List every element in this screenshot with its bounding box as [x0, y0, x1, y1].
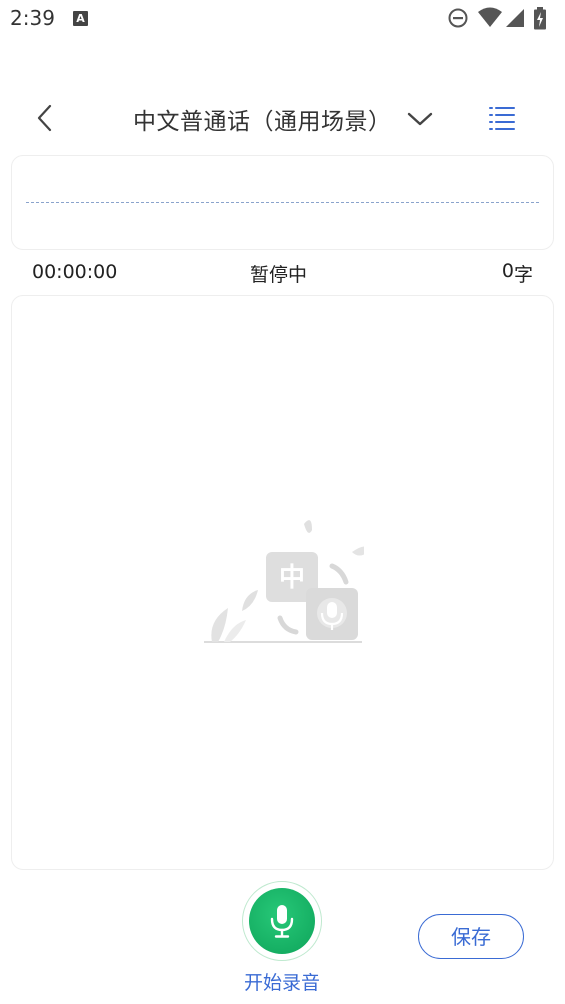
transcript-panel[interactable]: 中 — [11, 295, 554, 870]
wifi-icon — [478, 7, 502, 27]
status-time: 2:39 — [10, 6, 55, 30]
elapsed-time: 00:00:00 — [32, 261, 118, 283]
language-title: 中文普通话（通用场景） — [133, 109, 392, 135]
save-button[interactable]: 保存 — [418, 914, 524, 959]
record-button-core — [249, 888, 315, 954]
recording-status: 暂停中 — [250, 264, 308, 286]
character-count-value: 0 — [501, 260, 514, 282]
chevron-down-icon — [407, 112, 432, 126]
list-icon — [489, 107, 515, 130]
status-icons — [447, 7, 557, 31]
back-button[interactable] — [28, 100, 64, 136]
language-selector[interactable]: 中文普通话（通用场景） — [133, 102, 434, 136]
microphone-icon — [270, 905, 294, 938]
list-menu-button[interactable] — [486, 103, 518, 133]
empty-state-badge-char: 中 — [279, 563, 305, 593]
signal-icon — [506, 9, 524, 27]
start-recording-button[interactable] — [242, 881, 322, 961]
notification-a-icon: A — [73, 11, 88, 26]
header-bar: 中文普通话（通用场景） — [0, 88, 565, 148]
waveform-panel — [11, 155, 554, 250]
character-count: 0字 — [502, 260, 533, 287]
character-count-unit: 字 — [513, 264, 533, 286]
battery-charging-icon — [534, 7, 546, 30]
speech-to-text-illustration-icon: 中 — [204, 520, 364, 643]
waveform-baseline — [26, 202, 539, 203]
start-recording-label[interactable]: 开始录音 — [232, 968, 332, 995]
chevron-left-icon — [37, 104, 52, 132]
status-bar: 2:39 A — [0, 0, 565, 38]
recording-info-row: 00:00:00 暂停中 0字 — [0, 258, 565, 288]
do-not-disturb-icon — [448, 8, 468, 28]
